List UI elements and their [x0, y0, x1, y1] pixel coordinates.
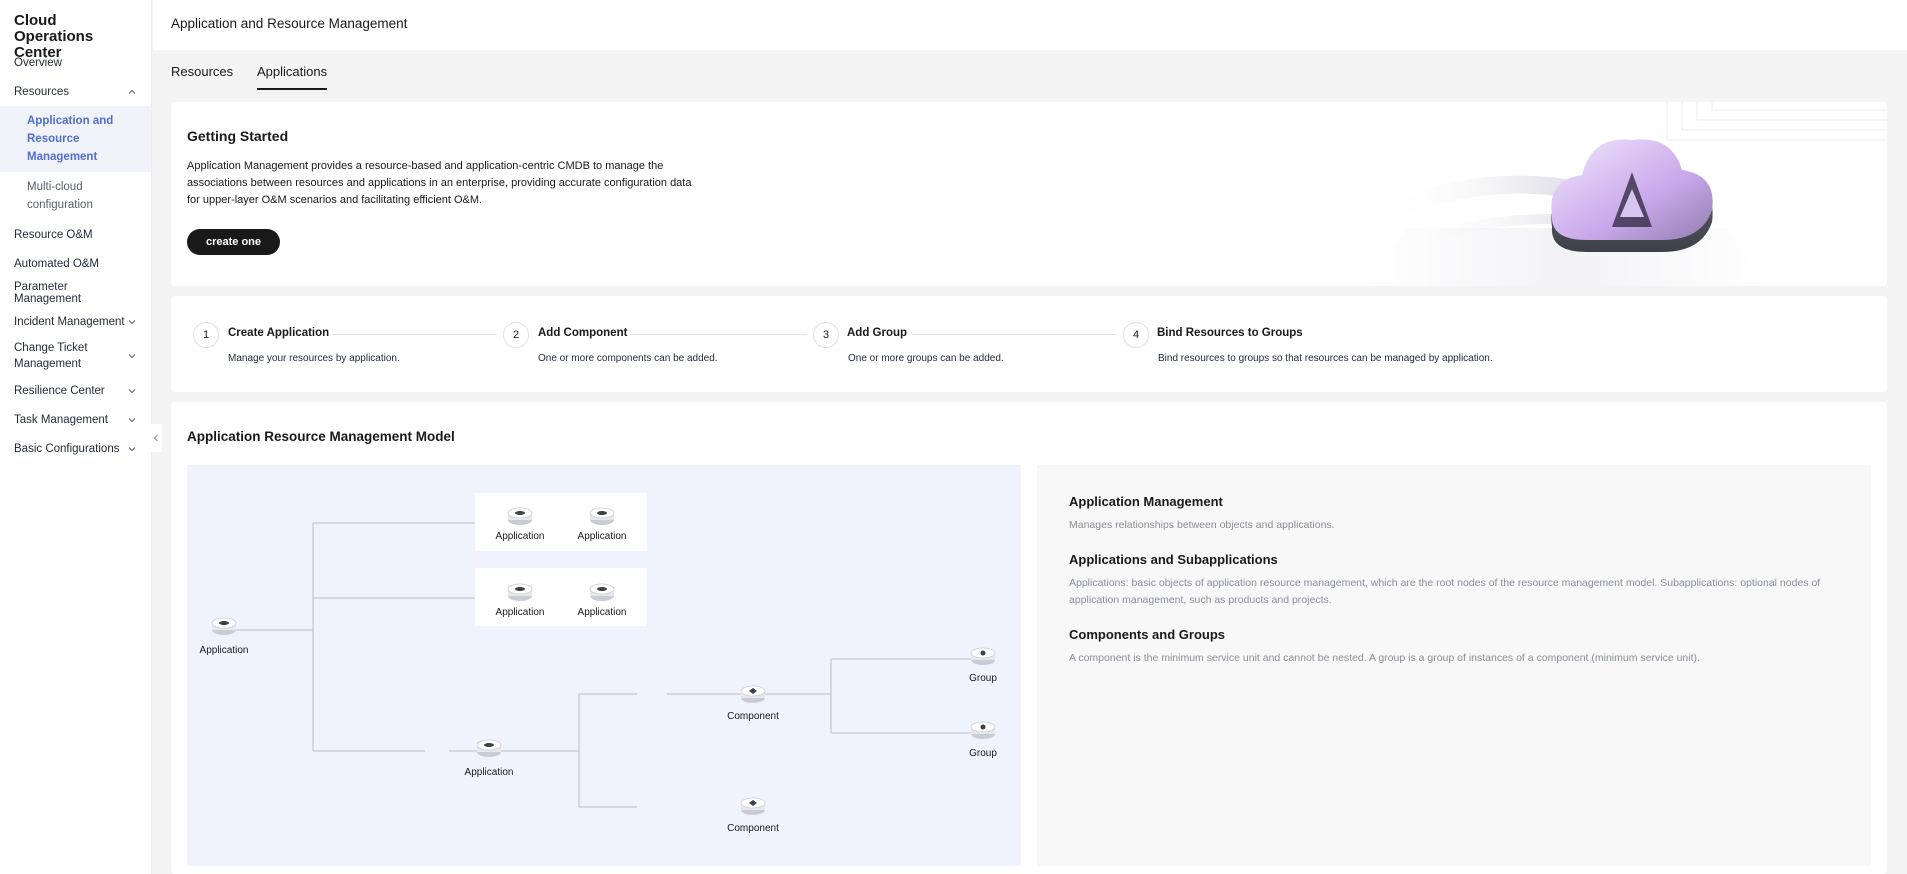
step-description: One or more components can be added.	[538, 353, 718, 364]
sidebar-item-automated-om[interactable]: Automated O&M	[0, 249, 151, 278]
chevron-down-icon	[128, 388, 136, 393]
create-one-button[interactable]: create one	[187, 229, 280, 255]
node-label: Group	[969, 673, 997, 684]
application-node-icon	[507, 583, 533, 601]
tab-resources[interactable]: Resources	[171, 64, 233, 88]
sidebar-item-resources[interactable]: Resources	[0, 77, 151, 106]
sidebar-item-resilience-center[interactable]: Resilience Center	[0, 376, 151, 405]
info-heading: Components and Groups	[1069, 627, 1225, 642]
model-card: Application Resource Management Model Ap…	[171, 402, 1887, 874]
info-text: A component is the minimum service unit …	[1069, 652, 1700, 664]
sidebar-collapse-button[interactable]	[150, 424, 162, 452]
chevron-up-icon	[128, 89, 136, 94]
sidebar-nav: Overview Resources Application and Resou…	[0, 48, 151, 463]
chevron-down-icon	[128, 354, 136, 359]
step-title: Bind Resources to Groups	[1157, 327, 1303, 339]
application-node-icon	[476, 739, 502, 757]
sidebar-item-label: Overview	[14, 56, 62, 69]
chevron-down-icon	[128, 446, 136, 451]
node-label: Application	[577, 531, 627, 542]
info-heading: Applications and Subapplications	[1069, 552, 1278, 567]
sidebar-item-overview[interactable]: Overview	[0, 48, 151, 77]
node-label: Component	[727, 823, 779, 834]
step-description: One or more groups can be added.	[848, 353, 1004, 364]
sidebar-item-label: Automated O&M	[14, 257, 100, 270]
application-node-icon	[589, 507, 615, 525]
info-heading: Application Management	[1069, 494, 1223, 509]
brand-title: Cloud Operations Center	[14, 12, 94, 61]
sidebar-item-label: Parameter Management	[14, 280, 82, 305]
node-label: Application	[495, 531, 545, 542]
sidebar-item-label: Incident Management	[14, 315, 125, 328]
node-label: Application	[577, 607, 627, 618]
step-title: Add Group	[847, 327, 908, 339]
sidebar-item-label: Resilience Center	[14, 384, 105, 397]
sidebar-item-task-management[interactable]: Task Management	[0, 405, 151, 434]
sidebar: Cloud Operations Center Overview Resourc…	[0, 0, 152, 874]
sidebar-item-label: Task Management	[14, 413, 108, 426]
steps-card: 1 Create Application Manage your resourc…	[171, 296, 1887, 392]
page-header: Application and Resource Management	[153, 0, 1907, 50]
step-title: Add Component	[538, 327, 628, 339]
step-description: Bind resources to groups so that resourc…	[1158, 353, 1493, 364]
step-number: 4	[1123, 322, 1149, 348]
cloud-illustration-icon	[1327, 102, 1887, 286]
sidebar-item-label: Resources	[14, 85, 69, 98]
chevron-left-icon	[153, 434, 158, 442]
page-title: Application and Resource Management	[171, 16, 408, 31]
sidebar-item-change-ticket-management[interactable]: Change Ticket Management	[0, 336, 151, 376]
step-description: Manage your resources by application.	[228, 353, 400, 364]
info-text: Manages relationships between objects an…	[1069, 519, 1335, 531]
sidebar-item-resource-om[interactable]: Resource O&M	[0, 220, 151, 249]
sidebar-item-label: Resource O&M	[14, 228, 93, 241]
step-connector	[630, 334, 807, 335]
group-node-icon	[970, 721, 996, 739]
node-label: Application	[464, 767, 514, 778]
step-connector	[912, 334, 1117, 335]
sidebar-item-parameter-management[interactable]: Parameter Management	[0, 278, 151, 307]
application-node-icon	[211, 617, 237, 635]
model-title: Application Resource Management Model	[187, 429, 455, 444]
node-label: Group	[969, 748, 997, 759]
sidebar-item-label: Basic Configurations	[14, 442, 120, 455]
sidebar-item-incident-management[interactable]: Incident Management	[0, 307, 151, 336]
chevron-down-icon	[128, 319, 136, 324]
getting-started-card: Getting Started Application Management p…	[171, 102, 1887, 286]
node-label: Application	[199, 645, 249, 656]
component-node-icon	[740, 685, 766, 703]
tab-bar: Resources Applications	[153, 50, 1907, 92]
step-number: 1	[193, 322, 219, 348]
group-node-icon	[970, 647, 996, 665]
step-connector	[333, 334, 497, 335]
getting-started-title: Getting Started	[187, 128, 289, 144]
step-title: Create Application	[228, 327, 330, 339]
sidebar-item-multi-cloud-configuration[interactable]: Multi-cloud configuration	[0, 172, 151, 220]
sidebar-item-basic-configurations[interactable]: Basic Configurations	[0, 434, 151, 463]
sidebar-item-app-resource-management[interactable]: Application and Resource Management	[0, 106, 151, 172]
application-node-icon	[589, 583, 615, 601]
sidebar-item-label: Change Ticket Management	[14, 342, 88, 370]
node-label: Application	[495, 607, 545, 618]
node-label: Component	[727, 711, 779, 722]
info-text: Applications: basic objects of applicati…	[1069, 577, 1821, 606]
model-info-panel: Application Management Manages relations…	[1037, 465, 1871, 866]
component-node-icon	[740, 797, 766, 815]
tab-applications[interactable]: Applications	[257, 64, 328, 90]
subapplication-group-box	[475, 493, 647, 551]
resource-model-diagram: Application Application Application Appl…	[187, 465, 1021, 866]
getting-started-description: Application Management provides a resour…	[187, 160, 692, 206]
chevron-down-icon	[128, 417, 136, 422]
application-node-icon	[507, 507, 533, 525]
step-number: 2	[503, 322, 529, 348]
step-number: 3	[813, 322, 839, 348]
